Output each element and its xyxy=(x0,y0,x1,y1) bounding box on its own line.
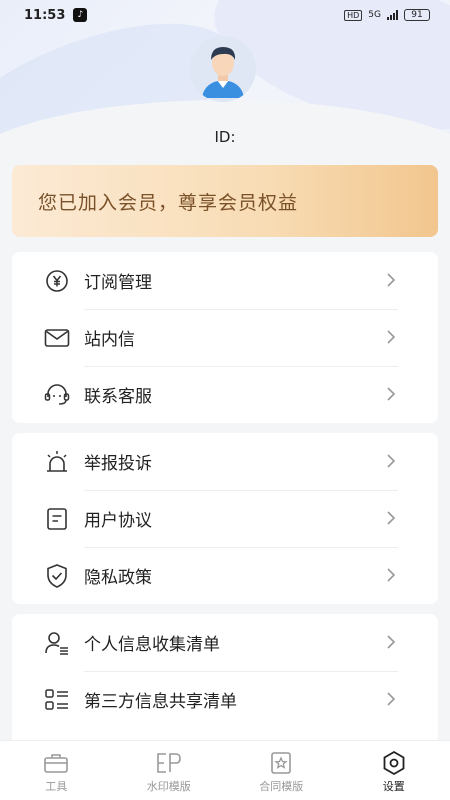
menu-item-privacy-policy[interactable]: 隐私政策 xyxy=(12,547,438,604)
menu-item-label: 第三方信息共享清单 xyxy=(84,692,237,712)
tab-label: 工具 xyxy=(45,780,68,793)
menu-item-label: 个人信息收集清单 xyxy=(84,635,220,655)
tab-label: 合同模版 xyxy=(259,780,304,793)
contract-icon xyxy=(269,751,293,775)
signal-icon xyxy=(387,10,398,20)
menu-item-label: 订阅管理 xyxy=(84,273,152,293)
menu-item-label: 联系客服 xyxy=(84,387,152,407)
chevron-right-icon xyxy=(386,691,396,711)
tab-label: 水印模版 xyxy=(146,780,191,793)
watermark-icon xyxy=(155,751,183,775)
chevron-right-icon xyxy=(386,386,396,406)
tab-tools[interactable]: 工具 xyxy=(0,741,113,800)
network-label: 5G xyxy=(368,10,381,20)
menu-item-label: 站内信 xyxy=(84,330,135,350)
alarm-icon xyxy=(44,449,70,475)
chevron-right-icon xyxy=(386,453,396,473)
menu-item-label: 用户协议 xyxy=(84,511,152,531)
menu-item-messages[interactable]: 站内信 xyxy=(12,309,438,366)
menu-item-subscription[interactable]: 订阅管理 xyxy=(12,252,438,309)
membership-banner-text: 您已加入会员，尊享会员权益 xyxy=(38,191,299,214)
tab-settings[interactable]: 设置 xyxy=(338,741,450,800)
bottom-tab-bar: 工具 水印模版 合同模版 设置 xyxy=(0,740,450,800)
avatar-person-icon xyxy=(202,47,244,98)
menu-group-data-lists: 个人信息收集清单 第三方信息共享清单 xyxy=(12,614,438,744)
menu-item-third-party-sharing-list[interactable]: 第三方信息共享清单 xyxy=(12,671,438,728)
menu-item-label: 隐私政策 xyxy=(84,568,152,588)
status-bar: 11:53 ♪ HD 5G 91 xyxy=(0,0,450,30)
document-icon xyxy=(44,506,70,532)
tab-watermark-templates[interactable]: 水印模版 xyxy=(113,741,226,800)
yen-circle-icon xyxy=(44,268,70,294)
tiktok-notification-icon: ♪ xyxy=(73,8,88,22)
chevron-right-icon xyxy=(386,272,396,292)
headset-icon xyxy=(44,382,70,408)
chevron-right-icon xyxy=(386,510,396,530)
share-list-icon xyxy=(44,687,70,713)
chevron-right-icon xyxy=(386,329,396,349)
status-time: 11:53 xyxy=(24,7,66,23)
user-avatar[interactable] xyxy=(190,36,256,102)
menu-group-account: 订阅管理 站内信 联系客服 xyxy=(12,252,438,423)
toolbox-icon xyxy=(43,751,69,775)
user-list-icon xyxy=(44,630,70,656)
settings-icon xyxy=(381,750,407,776)
membership-banner[interactable]: 您已加入会员，尊享会员权益 xyxy=(12,165,438,237)
menu-item-user-agreement[interactable]: 用户协议 xyxy=(12,490,438,547)
menu-item-customer-service[interactable]: 联系客服 xyxy=(12,366,438,423)
chevron-right-icon xyxy=(386,634,396,654)
battery-indicator: 91 xyxy=(404,9,430,21)
tab-label: 设置 xyxy=(382,780,405,793)
hd-badge: HD xyxy=(344,9,363,21)
shield-check-icon xyxy=(44,563,70,589)
user-id-label: ID: xyxy=(214,128,236,146)
chevron-right-icon xyxy=(386,567,396,587)
menu-group-legal: 举报投诉 用户协议 隐私政策 xyxy=(12,433,438,604)
menu-item-personal-info-list[interactable]: 个人信息收集清单 xyxy=(12,614,438,671)
menu-item-report[interactable]: 举报投诉 xyxy=(12,433,438,490)
menu-item-label: 举报投诉 xyxy=(84,454,152,474)
tab-contract-templates[interactable]: 合同模版 xyxy=(225,741,338,800)
mail-icon xyxy=(44,325,70,351)
